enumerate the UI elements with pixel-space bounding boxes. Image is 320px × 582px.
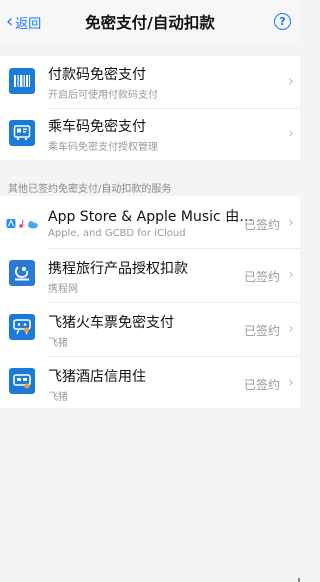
item-subtitle: 飞猪 <box>48 392 68 403</box>
divider <box>48 248 300 249</box>
page-title: 免密支付/自动扣款 <box>85 14 215 32</box>
fliggy-hotel-icon <box>9 368 35 394</box>
section-header: 其他已签约免密支付/自动扣款的服务 <box>8 184 172 195</box>
chevron-right-icon: › <box>288 319 294 337</box>
transit-qr-icon <box>9 120 35 146</box>
item-subtitle: 开启后可使用付款码支付 <box>48 90 158 101</box>
chevron-right-icon: › <box>288 72 294 90</box>
navigation-bar: ‹ 返回 免密支付/自动扣款 ? <box>0 0 300 44</box>
chevron-right-icon: › <box>288 265 294 283</box>
item-name: 飞猪火车票免密支付 <box>48 315 174 331</box>
list-item-transit-code[interactable]: 乘车码免密支付 乘车码免密支付授权管理 › <box>0 108 300 158</box>
divider <box>48 356 300 357</box>
item-subtitle: Apple, and GCBD for iCloud <box>48 228 186 239</box>
list-item-service[interactable]: 携程旅行产品授权扣款 携程网 已签约 › <box>0 250 300 300</box>
help-icon[interactable]: ? <box>274 13 291 30</box>
item-name: 携程旅行产品授权扣款 <box>48 261 188 277</box>
item-name: 乘车码免密支付 <box>48 119 146 135</box>
chevron-right-icon: › <box>288 213 294 231</box>
item-name: 飞猪酒店信用住 <box>48 369 146 385</box>
ctrip-icon <box>9 260 35 286</box>
list-item-service[interactable]: App Store & Apple Music 由… Apple, and GC… <box>0 198 300 248</box>
list-item-payment-code[interactable]: 付款码免密支付 开启后可使用付款码支付 › <box>0 56 300 106</box>
app-store-icon <box>6 216 40 230</box>
item-name: 付款码免密支付 <box>48 67 146 83</box>
signed-services-card: App Store & Apple Music 由… Apple, and GC… <box>0 196 300 408</box>
status-badge: 已签约 <box>243 270 280 284</box>
item-subtitle: 飞猪 <box>48 338 68 349</box>
list-item-service[interactable]: 飞猪火车票免密支付 飞猪 已签约 › <box>0 304 300 354</box>
list-item-service[interactable]: 飞猪酒店信用住 飞猪 已签约 › <box>0 358 300 408</box>
status-badge: 已签约 <box>243 378 280 392</box>
item-name: App Store & Apple Music 由… <box>48 209 254 225</box>
barcode-icon <box>9 68 35 94</box>
scroll-indicator <box>298 578 300 582</box>
chevron-right-icon: › <box>288 373 294 391</box>
item-subtitle: 乘车码免密支付授权管理 <box>48 142 158 153</box>
fliggy-train-icon <box>9 314 35 340</box>
status-badge: 已签约 <box>243 324 280 338</box>
chevron-right-icon: › <box>288 124 294 142</box>
divider <box>48 302 300 303</box>
status-badge: 已签约 <box>243 218 280 232</box>
qr-payment-card: 付款码免密支付 开启后可使用付款码支付 › 乘车码免密支付 乘车码免密支付授权管… <box>0 56 300 160</box>
item-subtitle: 携程网 <box>48 284 78 295</box>
